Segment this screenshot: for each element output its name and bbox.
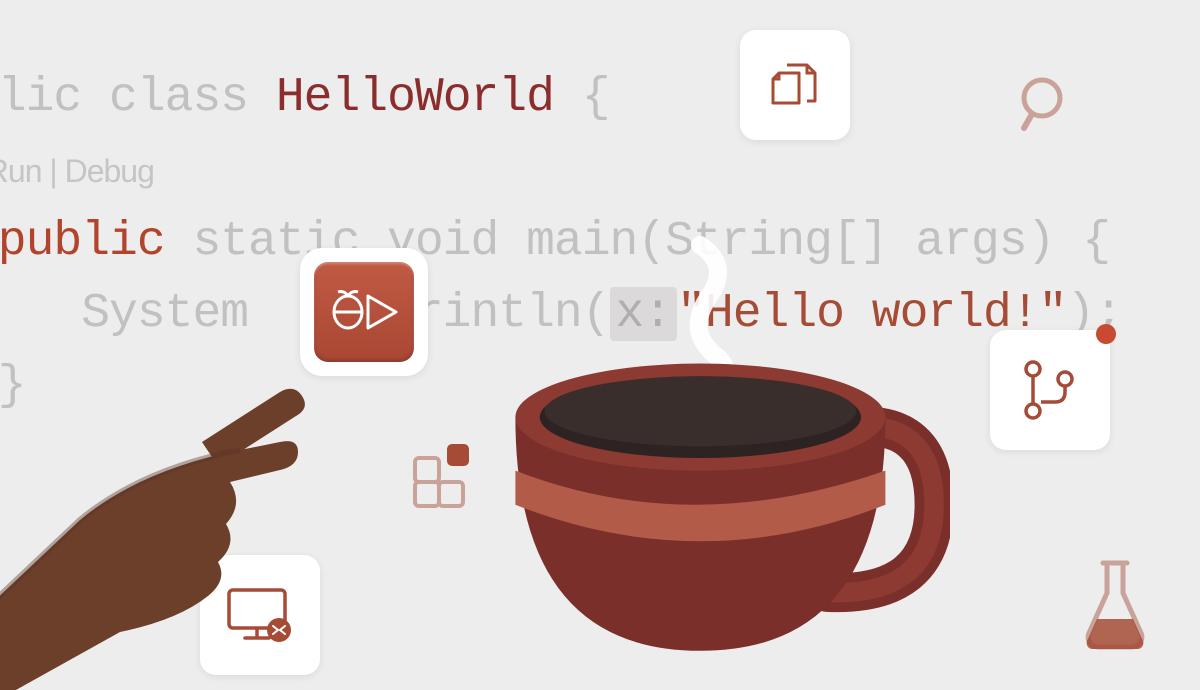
code-line-2: public static void main(String[] args) {: [0, 215, 1110, 269]
class-name: HelloWorld: [276, 71, 554, 125]
source-control-card[interactable]: [990, 330, 1110, 450]
codelens-run-debug[interactable]: Run | Debug: [0, 153, 154, 189]
pointing-hand-icon: [0, 270, 360, 690]
testing-beaker-icon[interactable]: [1075, 555, 1155, 655]
code-line-1: blic class HelloWorld {: [0, 71, 610, 125]
explorer-files-card[interactable]: [740, 30, 850, 140]
extensions-icon[interactable]: [405, 430, 485, 515]
coffee-cup-icon: [480, 310, 950, 680]
git-branch-icon: [1015, 355, 1085, 425]
search-icon[interactable]: [1010, 70, 1080, 145]
files-icon: [765, 55, 825, 115]
notification-dot-icon: [1096, 324, 1116, 344]
